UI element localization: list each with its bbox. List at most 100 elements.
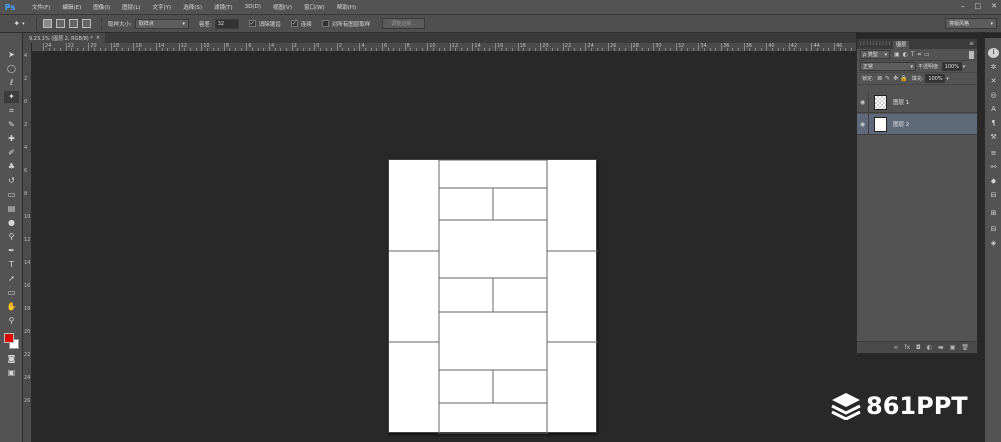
marquee-tool-icon[interactable]: ◯ [4, 63, 19, 75]
lock-transparent-icon[interactable]: ⊠ [876, 75, 884, 82]
panel-menu-icon[interactable]: ≡ [969, 40, 974, 47]
gradient-tool-icon[interactable]: ▤ [4, 203, 19, 215]
chevron-down-icon[interactable]: ▾ [946, 76, 949, 82]
delete-layer-icon[interactable]: 🗑 [961, 344, 969, 351]
channels-icon[interactable]: ⊞ [988, 208, 999, 218]
maximize-button[interactable]: □ [975, 2, 982, 10]
fill-input[interactable]: 100% [925, 74, 946, 83]
tab-layers[interactable]: 图层 [893, 41, 910, 49]
lasso-tool-icon[interactable]: ℓ [4, 77, 19, 89]
menu-help[interactable]: 帮助(H) [331, 3, 362, 11]
link-layers-icon[interactable]: ∞ [893, 344, 898, 351]
eyedropper-tool-icon[interactable]: ✎ [4, 119, 19, 131]
menu-filter[interactable]: 滤镜(T) [208, 3, 239, 11]
close-icon[interactable]: × [96, 35, 100, 41]
menu-view[interactable]: 视图(V) [267, 3, 298, 11]
styles-icon[interactable]: ⚯ [988, 162, 999, 172]
antialias-checkbox[interactable]: ✓ [248, 20, 256, 27]
hand-tool-icon[interactable]: ✋ [4, 301, 19, 313]
layer-row-selected[interactable]: ◉ 图层 2 [857, 113, 977, 135]
horizontal-ruler[interactable]: 24 22 20 18 16 14 12 10 8 6 4 2 0 2 4 6 8 10 12 14 16 18 20 22 2… [23, 43, 856, 52]
healing-brush-tool-icon[interactable]: ✚ [4, 133, 19, 145]
vertical-ruler[interactable]: 4 2 0 2 4 6 8 10 12 14 16 18 20 22 24 26 [23, 43, 32, 442]
color-icon[interactable]: ◎ [988, 90, 999, 100]
ruler-minor-tick [574, 48, 576, 51]
clone-stamp-tool-icon[interactable]: ♣ [4, 161, 19, 173]
opacity-input[interactable]: 100% [941, 62, 962, 71]
document-tab[interactable]: 9.23.1% (图层 2, RGB/8) * × [23, 33, 105, 43]
all-layers-checkbox[interactable] [321, 20, 329, 27]
eye-icon[interactable]: ◉ [857, 113, 869, 135]
shape-tool-icon[interactable]: ▭ [4, 287, 19, 299]
magic-wand-tool-icon[interactable]: ✦ [4, 91, 19, 103]
paragraph-icon[interactable]: ¶ [988, 118, 999, 128]
new-layer-icon[interactable]: ▣ [950, 344, 956, 351]
layer-thumbnail [874, 94, 887, 110]
move-tool-icon[interactable]: ➤ [4, 49, 19, 61]
type-tool-icon[interactable]: T [4, 259, 19, 271]
new-selection-icon[interactable] [43, 19, 52, 28]
add-to-selection-icon[interactable] [56, 19, 65, 28]
layer-name[interactable]: 图层 2 [893, 120, 909, 128]
intersect-selection-icon[interactable] [82, 19, 91, 28]
character-icon[interactable]: A [988, 104, 999, 114]
paths-icon[interactable]: ⊟ [988, 224, 999, 234]
tolerance-input[interactable]: 32 [214, 18, 239, 29]
blend-mode-select[interactable]: 正常 ▾ [860, 62, 916, 71]
brush-tool-icon[interactable]: ✐ [4, 147, 19, 159]
properties-icon[interactable]: ⊟ [988, 190, 999, 200]
layer-row[interactable]: ◉ 图层 1 [857, 91, 977, 113]
layers-stack-icon[interactable]: ◈ [988, 238, 999, 248]
subtract-selection-icon[interactable] [69, 19, 78, 28]
document-canvas[interactable] [388, 159, 598, 435]
tool-preset-picker[interactable]: ✦ ▾ [8, 17, 30, 31]
canvas-area[interactable] [32, 52, 856, 442]
adjustments-icon[interactable]: ≡ [988, 148, 999, 158]
quick-mask-icon[interactable]: ◙ [4, 353, 19, 365]
layer-style-icon[interactable]: fx [904, 344, 910, 351]
brush-preset-icon[interactable]: ⚒ [988, 132, 999, 142]
history-brush-tool-icon[interactable]: ↺ [4, 175, 19, 187]
kind-filter-select[interactable]: ρ 类型 ▾ [860, 50, 890, 59]
crop-tool-icon[interactable]: ⌗ [4, 105, 19, 117]
zoom-tool-icon[interactable]: ⚲ [4, 315, 19, 327]
sample-size-select[interactable]: 取样点 ▾ [134, 18, 189, 29]
layer-name[interactable]: 图层 1 [893, 98, 909, 106]
dodge-tool-icon[interactable]: ⚲ [4, 231, 19, 243]
menu-type[interactable]: 文字(Y) [147, 3, 178, 11]
eye-icon[interactable]: ◉ [857, 91, 869, 113]
lock-image-icon[interactable]: ✎ [884, 75, 892, 82]
contiguous-checkbox[interactable]: ✓ [290, 20, 298, 27]
path-selection-tool-icon[interactable]: ➚ [4, 273, 19, 285]
filter-toggle-icon[interactable] [969, 50, 974, 59]
chevron-down-icon[interactable]: ▾ [963, 64, 966, 70]
blur-tool-icon[interactable]: ● [4, 217, 19, 229]
close-button[interactable]: ✕ [991, 2, 997, 10]
menu-layer[interactable]: 图层(L) [116, 3, 146, 11]
menu-edit[interactable]: 编辑(E) [56, 3, 87, 11]
info-icon[interactable]: i [988, 48, 999, 58]
adjustment-layer-icon[interactable]: ◐ [927, 344, 932, 351]
panel-tab-collapsed[interactable]: ⁞ ⁞ ⁞ ⁞ ⁞ ⁞ ⁞ ⁞ ⁞ ⁞ [857, 41, 893, 49]
lock-position-icon[interactable]: ✥ [892, 75, 900, 82]
filter-icons[interactable]: ▣◐T⌗▭ [894, 51, 933, 59]
menu-file[interactable]: 文件(F) [26, 3, 56, 11]
new-group-icon[interactable]: ▬ [938, 344, 944, 351]
lock-all-icon[interactable]: 🔒 [900, 75, 908, 82]
tools-preset-icon[interactable]: ✕ [988, 76, 999, 86]
foreground-color-swatch[interactable] [4, 333, 14, 343]
histogram-icon[interactable]: ◆ [988, 176, 999, 186]
navigator-icon[interactable]: ✲ [988, 62, 999, 72]
menu-select[interactable]: 选择(S) [177, 3, 208, 11]
add-mask-icon[interactable]: ◘ [916, 344, 921, 351]
menu-3d[interactable]: 3D(D) [239, 4, 267, 10]
workspace-select[interactable]: 排版风格 ▾ [945, 18, 997, 29]
menu-window[interactable]: 窗口(W) [298, 3, 331, 11]
menu-image[interactable]: 图像(I) [87, 3, 116, 11]
refine-edge-button[interactable]: 调整边缘... [382, 18, 426, 29]
eraser-tool-icon[interactable]: ▭ [4, 189, 19, 201]
minimize-button[interactable]: – [961, 2, 965, 10]
ruler-minor-tick [144, 48, 146, 51]
screen-mode-icon[interactable]: ▣ [4, 367, 19, 379]
pen-tool-icon[interactable]: ✒ [4, 245, 19, 257]
